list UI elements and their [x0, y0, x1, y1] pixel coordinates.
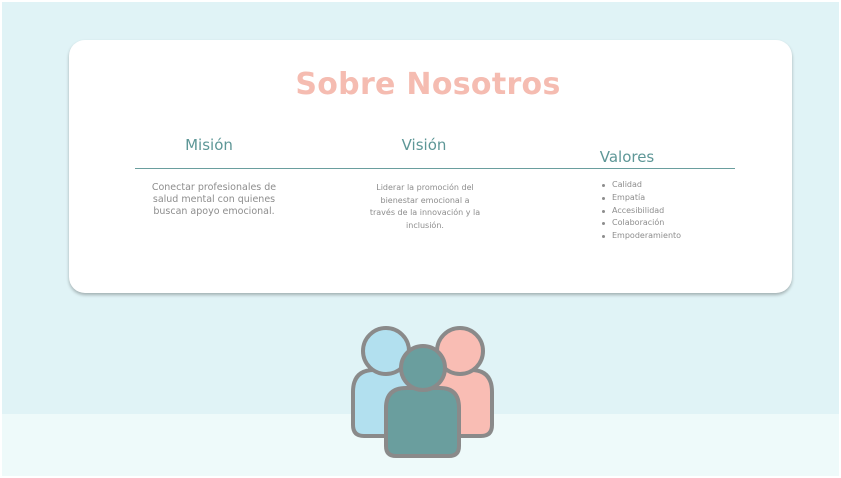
team-icon — [351, 326, 494, 458]
vision-heading: Visión — [401, 136, 447, 154]
valores-heading: Valores — [599, 148, 655, 166]
section-divider — [135, 168, 735, 169]
valores-item: Empatía — [602, 192, 752, 205]
mision-text: Conectar profesionales de salud mental c… — [151, 182, 277, 217]
vision-text: Liderar la promoción del bienestar emoci… — [369, 183, 481, 230]
page-title: Sobre Nosotros — [295, 67, 561, 102]
valores-item: Accesibilidad — [602, 205, 752, 218]
valores-list: Calidad Empatía Accesibilidad Colaboraci… — [602, 179, 752, 243]
mision-heading: Misión — [185, 136, 233, 154]
valores-item: Calidad — [602, 179, 752, 192]
valores-item: Empoderamiento — [602, 230, 752, 243]
valores-item: Colaboración — [602, 217, 752, 230]
